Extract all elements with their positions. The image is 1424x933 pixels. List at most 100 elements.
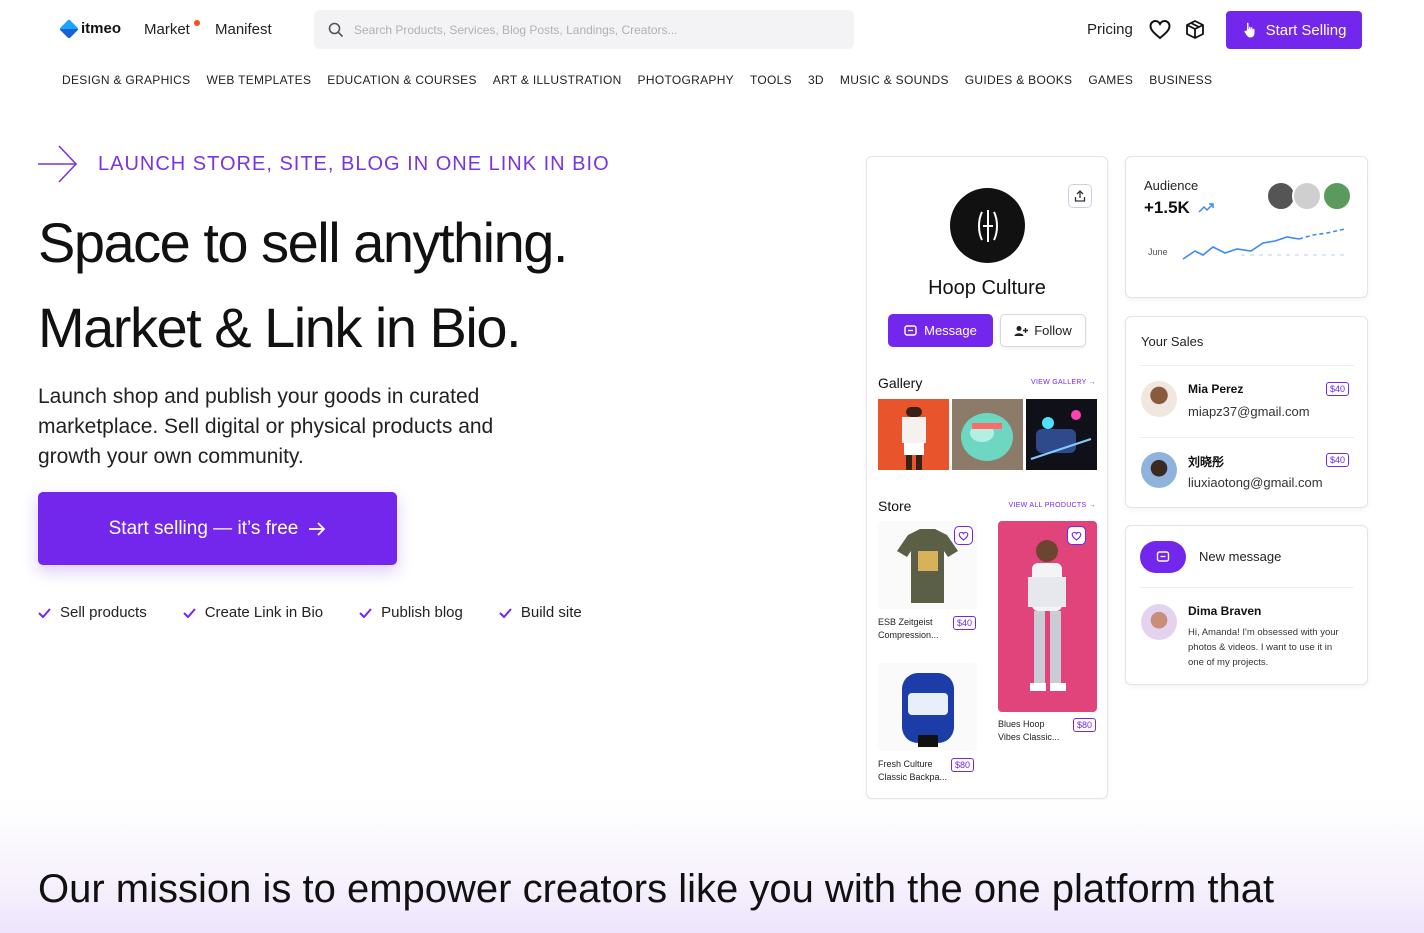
product-image <box>998 521 1097 712</box>
category-link[interactable]: 3D <box>808 73 824 87</box>
view-all-products-link[interactable]: VIEW ALL PRODUCTS → <box>1008 502 1096 509</box>
product-price: $40 <box>953 616 977 630</box>
logo[interactable]: itmeo <box>59 18 122 39</box>
customer-name: Mia Perez <box>1188 382 1244 396</box>
sale-price: $40 <box>1326 382 1350 396</box>
wishlist-button[interactable] <box>1067 526 1086 545</box>
product-price: $80 <box>951 758 975 772</box>
product-name-line: Fresh Culture <box>878 759 933 769</box>
heart-icon[interactable] <box>1148 18 1172 42</box>
gallery-image[interactable] <box>1026 399 1097 470</box>
message-card: New message Dima Braven Hi, Amanda! I'm … <box>1125 525 1368 685</box>
follow-label: Follow <box>1034 323 1072 338</box>
feature-item: Create Link in Bio <box>183 604 323 621</box>
divider <box>1139 437 1354 438</box>
avatar <box>1141 381 1177 417</box>
view-gallery-label: VIEW GALLERY <box>1030 379 1087 386</box>
gallery-image[interactable] <box>952 399 1023 470</box>
logo-icon <box>59 18 79 39</box>
chat-icon <box>1156 551 1170 562</box>
hero-title-line2: Market & Link in Bio. <box>38 296 522 359</box>
store-title: Store <box>878 498 912 514</box>
heart-icon <box>1071 531 1082 541</box>
customer-email: liuxiaotong@gmail.com <box>1188 475 1323 490</box>
share-button[interactable] <box>1068 184 1092 208</box>
check-icon <box>359 607 372 618</box>
profile-avatar <box>950 188 1025 263</box>
customer-email: miapz37@gmail.com <box>1188 404 1310 419</box>
profile-card: Hoop Culture Message Follow Gallery VIEW… <box>866 156 1108 799</box>
category-link[interactable]: MUSIC & SOUNDS <box>840 73 949 87</box>
avatar <box>1322 181 1352 211</box>
gallery-image[interactable] <box>878 399 949 470</box>
box-icon[interactable] <box>1183 18 1207 42</box>
avatar <box>1292 181 1322 211</box>
check-icon <box>183 607 196 618</box>
hero-description: Launch shop and publish your goods in cu… <box>38 385 494 468</box>
site-header: itmeo Market Manifest Pricing Start Sell… <box>0 0 1424 60</box>
product-name-line: Classic Backpa... <box>878 772 948 782</box>
gallery-title: Gallery <box>878 375 923 391</box>
nav-market[interactable]: Market <box>144 21 190 38</box>
search-bar[interactable] <box>314 10 854 49</box>
search-input[interactable] <box>354 22 834 37</box>
avatar <box>1141 604 1177 640</box>
wishlist-button[interactable] <box>954 526 973 545</box>
hoop-culture-logo-icon <box>977 209 998 242</box>
message-label: Message <box>924 323 977 338</box>
product-name: ESB Zeitgeist Compression... <box>878 616 953 642</box>
audience-card: Audience +1.5K June <box>1125 156 1368 298</box>
audience-label: Audience <box>1144 178 1199 193</box>
add-user-icon <box>1014 325 1029 336</box>
divider <box>1139 365 1354 366</box>
chat-icon <box>904 324 917 336</box>
feature-item: Build site <box>499 604 582 621</box>
hand-pointer-icon <box>1243 22 1255 38</box>
category-link[interactable]: DESIGN & GRAPHICS <box>62 73 190 87</box>
feature-label: Sell products <box>60 604 147 621</box>
feature-label: Publish blog <box>381 604 463 621</box>
category-link[interactable]: GAMES <box>1088 73 1133 87</box>
arrow-right-icon <box>309 521 326 536</box>
profile-name: Hoop Culture <box>928 277 1046 299</box>
hero-title-line1: Space to sell anything. <box>38 211 568 274</box>
category-link[interactable]: ART & ILLUSTRATION <box>493 73 622 87</box>
chart-month-label: June <box>1148 247 1168 257</box>
feature-label: Create Link in Bio <box>204 604 324 621</box>
follow-button[interactable]: Follow <box>1000 314 1086 347</box>
product-name-line: Compression... <box>878 630 939 640</box>
category-link[interactable]: BUSINESS <box>1149 73 1212 87</box>
avatar <box>1141 452 1177 488</box>
product-price: $80 <box>1073 718 1097 732</box>
audience-value: +1.5K <box>1144 198 1190 217</box>
category-link[interactable]: EDUCATION & COURSES <box>327 73 477 87</box>
start-selling-cta[interactable]: Start selling — it’s free <box>38 492 397 565</box>
mission-text: Our mission is to empower creators like … <box>38 867 1275 911</box>
category-link[interactable]: TOOLS <box>750 73 792 87</box>
tagline-text: LAUNCH STORE, SITE, BLOG IN ONE LINK IN … <box>98 152 610 175</box>
category-link[interactable]: GUIDES & BOOKS <box>965 73 1073 87</box>
nav-manifest[interactable]: Manifest <box>215 21 272 38</box>
message-preview: Hi, Amanda! I'm obsessed with your photo… <box>1188 627 1339 668</box>
nav-pricing[interactable]: Pricing <box>1087 21 1133 38</box>
new-message-button[interactable] <box>1140 541 1186 573</box>
view-gallery-link[interactable]: VIEW GALLERY → <box>1031 379 1096 386</box>
category-link[interactable]: WEB TEMPLATES <box>206 73 311 87</box>
product-name-line: Vibes Classic... <box>998 732 1060 742</box>
feature-item: Sell products <box>38 604 147 621</box>
product-name-line: Blues Hoop <box>998 719 1045 729</box>
start-selling-label: Start Selling <box>1265 21 1347 39</box>
hero-tagline: LAUNCH STORE, SITE, BLOG IN ONE LINK IN … <box>38 145 610 183</box>
audience-sparkline <box>1182 228 1349 260</box>
category-link[interactable]: PHOTOGRAPHY <box>638 73 734 87</box>
sender-name: Dima Braven <box>1188 604 1262 618</box>
divider <box>1139 587 1354 588</box>
logo-text: itmeo <box>81 20 122 37</box>
notification-dot <box>194 20 200 26</box>
product-image <box>878 663 977 751</box>
message-button[interactable]: Message <box>888 314 993 347</box>
heart-icon <box>958 531 969 541</box>
start-selling-button[interactable]: Start Selling <box>1226 11 1362 49</box>
product-name: Fresh Culture Classic Backpa... <box>878 758 953 784</box>
product-name-line: ESB Zeitgeist <box>878 617 933 627</box>
